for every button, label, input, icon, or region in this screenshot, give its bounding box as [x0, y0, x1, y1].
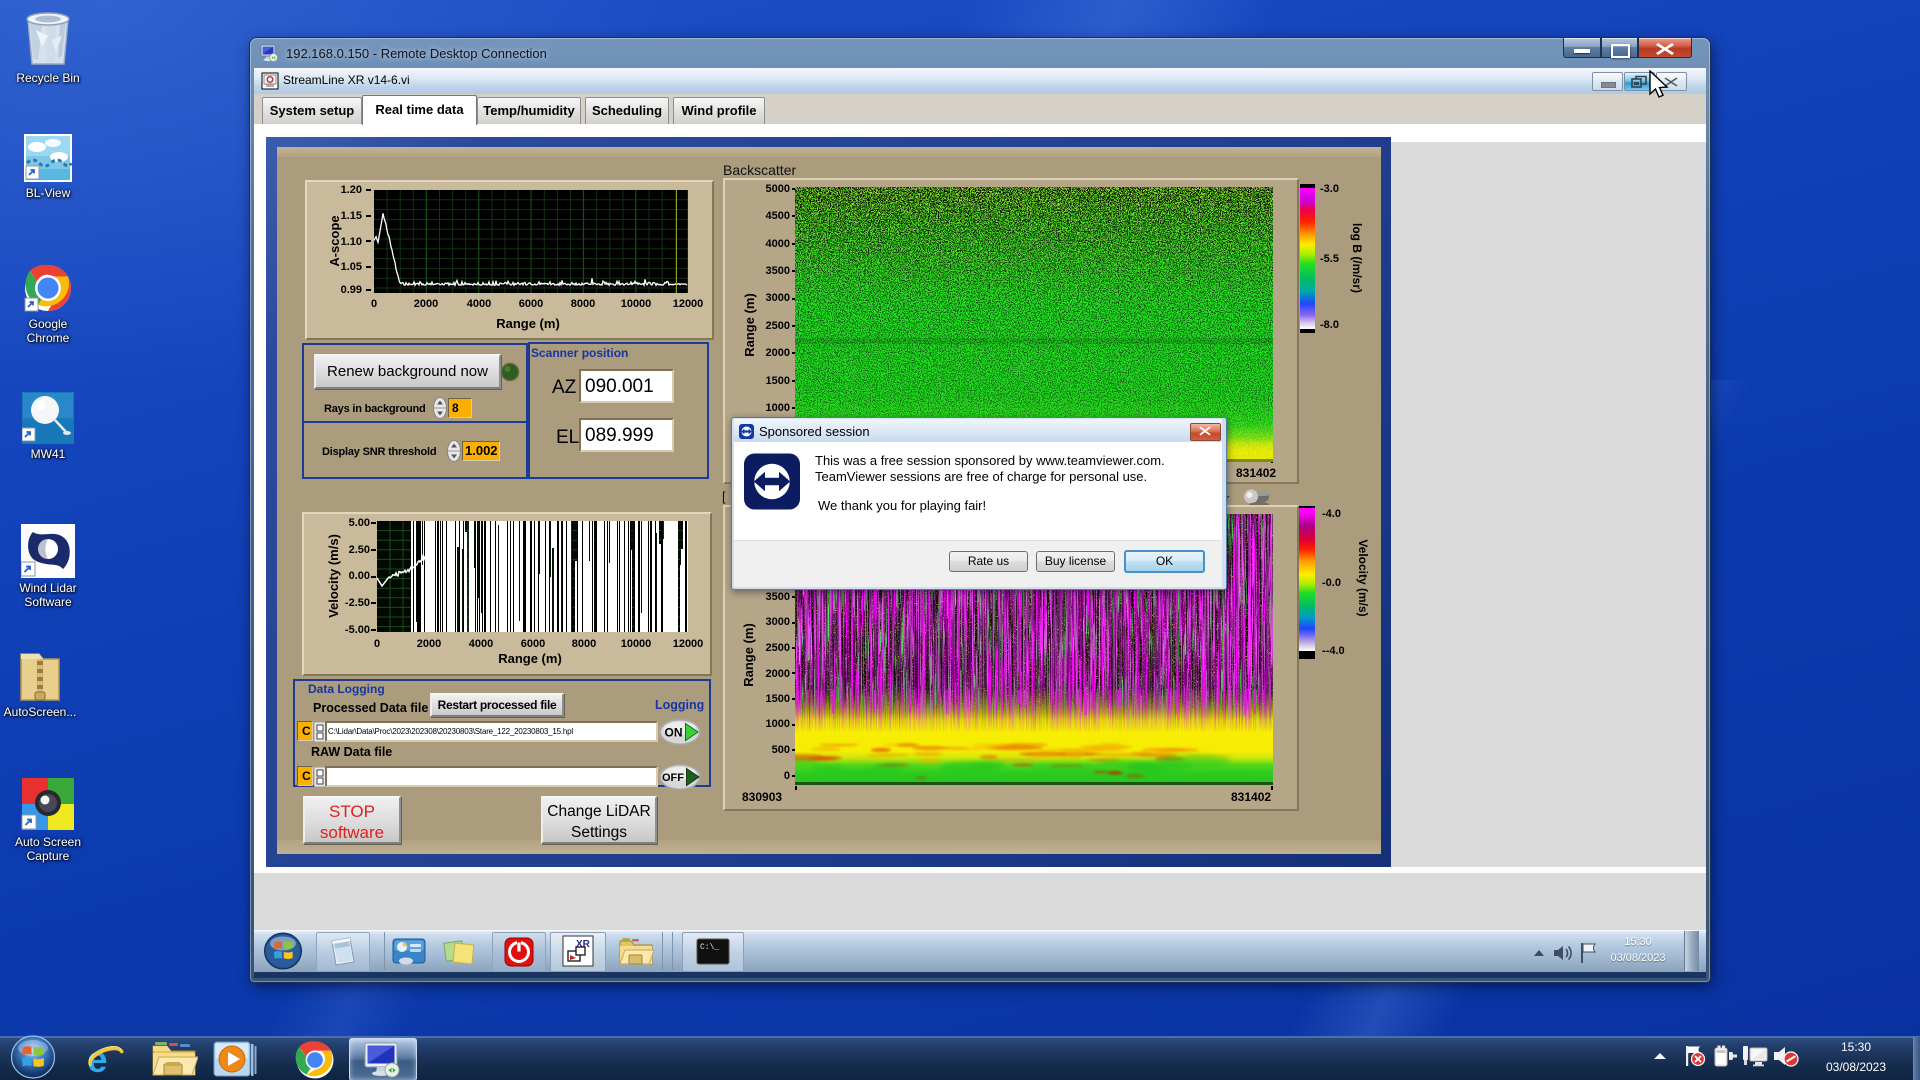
svg-text:ON: ON: [665, 726, 683, 740]
svg-text:C:\_: C:\_: [700, 943, 719, 952]
svg-text:OFF: OFF: [662, 772, 684, 784]
